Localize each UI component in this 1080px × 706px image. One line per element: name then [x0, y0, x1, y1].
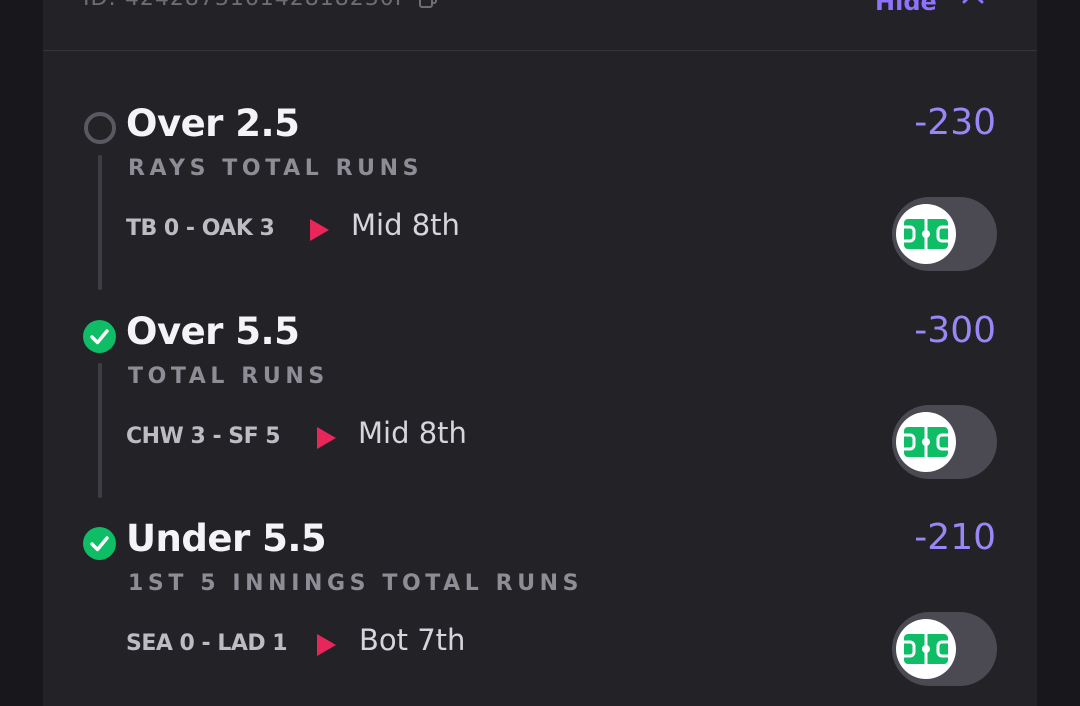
bet-header: ID: 424287316142818230I Hide: [43, 0, 1037, 51]
chevron-up-icon[interactable]: [961, 0, 985, 8]
field-icon: [904, 219, 948, 249]
game-inning: Mid 8th: [351, 208, 460, 242]
pending-status-icon: [84, 112, 116, 144]
toggle-knob: [896, 204, 956, 264]
bet-leg: Over 5.5 -300 TOTAL RUNS CHW 3 - SF 5 Mi…: [43, 306, 1037, 514]
bet-id: ID: 424287316142818230I: [83, 0, 402, 11]
game-score: CHW 3 - SF 5: [126, 424, 281, 449]
hide-button[interactable]: Hide: [875, 0, 937, 16]
leg-selection: Under 5.5: [126, 517, 327, 560]
toggle-knob: [896, 412, 956, 472]
live-play-icon: [310, 219, 329, 241]
bet-card: ID: 424287316142818230I Hide Over 2.5 -2…: [43, 0, 1037, 706]
check-circle-icon: [83, 320, 116, 353]
copy-icon[interactable]: [419, 0, 437, 8]
game-score: SEA 0 - LAD 1: [126, 631, 288, 656]
live-play-icon: [317, 427, 336, 449]
field-icon: [904, 427, 948, 457]
toggle-knob: [896, 619, 956, 679]
leg-connector: [98, 363, 102, 498]
leg-connector: [98, 155, 102, 290]
bet-leg: Over 2.5 -230 RAYS TOTAL RUNS TB 0 - OAK…: [43, 98, 1037, 306]
field-icon: [904, 634, 948, 664]
game-inning: Bot 7th: [359, 623, 466, 657]
bet-leg: Under 5.5 -210 1ST 5 INNINGS TOTAL RUNS …: [43, 513, 1037, 706]
game-tracker-toggle[interactable]: [892, 197, 997, 271]
leg-odds: -230: [914, 102, 996, 143]
game-score: TB 0 - OAK 3: [126, 216, 275, 241]
game-tracker-toggle[interactable]: [892, 405, 997, 479]
check-circle-icon: [83, 527, 116, 560]
leg-odds: -300: [914, 310, 996, 351]
leg-selection: Over 5.5: [126, 310, 300, 353]
game-tracker-toggle[interactable]: [892, 612, 997, 686]
game-inning: Mid 8th: [358, 416, 467, 450]
live-play-icon: [317, 634, 336, 656]
leg-market: TOTAL RUNS: [128, 364, 329, 389]
leg-market: 1ST 5 INNINGS TOTAL RUNS: [128, 571, 584, 596]
leg-market: RAYS TOTAL RUNS: [128, 156, 424, 181]
leg-odds: -210: [914, 517, 996, 558]
leg-selection: Over 2.5: [126, 102, 300, 145]
